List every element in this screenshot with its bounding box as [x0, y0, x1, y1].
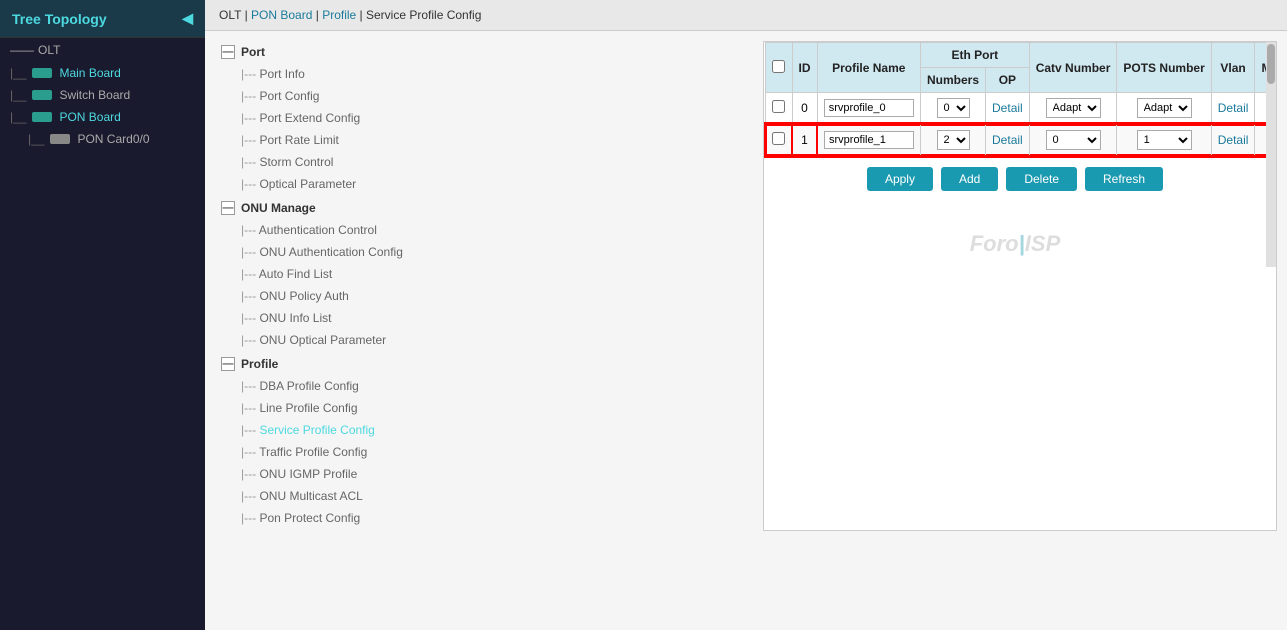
nav-onu-auth-config[interactable]: ONU Authentication Config [215, 241, 477, 263]
nav-section-onu-manage: — ONU Manage Authentication Control ONU … [215, 197, 477, 351]
nav-port-header[interactable]: — Port [215, 41, 477, 63]
action-buttons: Apply Add Delete Refresh [764, 157, 1266, 201]
breadcrumb: OLT | PON Board | Profile | Service Prof… [205, 0, 1287, 31]
switch-board-icon [32, 90, 52, 100]
row-0-pots[interactable]: Adapt012 [1137, 98, 1192, 118]
breadcrumb-current: Service Profile Config [366, 8, 481, 22]
col-eth-numbers: Numbers [921, 68, 986, 93]
pon-board-icon [32, 112, 52, 122]
nav-onu-info-list[interactable]: ONU Info List [215, 307, 477, 329]
col-catv-number: Catv Number [1029, 43, 1117, 93]
scrollbar[interactable] [1266, 42, 1276, 267]
col-eth-op: OP [986, 68, 1030, 93]
nav-port-extend-config[interactable]: Port Extend Config [215, 107, 477, 129]
service-profile-table: ID Profile Name Eth Port Catv Number POT… [764, 42, 1266, 157]
row-1-profile-name[interactable] [824, 131, 914, 149]
nav-service-profile-config[interactable]: Service Profile Config [215, 419, 477, 441]
row-0-eth-detail[interactable]: Detail [992, 101, 1023, 115]
nav-traffic-profile-config[interactable]: Traffic Profile Config [215, 441, 477, 463]
table-row: 0 01234 Detail [765, 93, 1266, 125]
minus-icon-port: — [221, 45, 235, 59]
main-board-icon [32, 68, 52, 78]
nav-profile-header[interactable]: — Profile [215, 353, 477, 375]
nav-section-port: — Port Port Info Port Config Port Extend… [215, 41, 477, 195]
row-0-vlan-detail[interactable]: Detail [1218, 101, 1249, 115]
nav-port-rate-limit[interactable]: Port Rate Limit [215, 129, 477, 151]
nav-line-profile-config[interactable]: Line Profile Config [215, 397, 477, 419]
sidebar-header: Tree Topology ◀ [0, 0, 205, 38]
col-checkbox [765, 43, 792, 93]
add-button[interactable]: Add [941, 167, 998, 191]
nav-optical-parameter[interactable]: Optical Parameter [215, 173, 477, 195]
nav-onu-igmp-profile[interactable]: ONU IGMP Profile [215, 463, 477, 485]
scrollbar-thumb[interactable] [1267, 44, 1275, 84]
row-0-checkbox[interactable] [772, 100, 785, 113]
row-0-id: 0 [792, 93, 817, 125]
main-board-label: Main Board [59, 66, 120, 80]
row-0-eth-numbers[interactable]: 01234 [937, 98, 970, 118]
tree-olt: —— OLT [0, 38, 205, 62]
minus-icon-profile: — [221, 357, 235, 371]
pon-board-label: PON Board [59, 110, 120, 124]
nav-port-info[interactable]: Port Info [215, 63, 477, 85]
nav-onu-manage-header[interactable]: — ONU Manage [215, 197, 477, 219]
row-1-pots[interactable]: Adapt012 [1137, 130, 1192, 150]
nav-port-config[interactable]: Port Config [215, 85, 477, 107]
apply-button[interactable]: Apply [867, 167, 933, 191]
nav-dba-profile-config[interactable]: DBA Profile Config [215, 375, 477, 397]
nav-onu-multicast-acl[interactable]: ONU Multicast ACL [215, 485, 477, 507]
row-0-catv[interactable]: Adapt012 [1046, 98, 1101, 118]
watermark-pipe: | [1019, 231, 1025, 256]
sidebar-item-switch-board[interactable]: |__ Switch Board [0, 84, 205, 106]
table-row: 1 01234 Detail [765, 124, 1266, 156]
sidebar-item-pon-card[interactable]: |__ PON Card0/0 [0, 128, 205, 150]
row-1-eth-detail[interactable]: Detail [992, 133, 1023, 147]
pon-card-label: PON Card0/0 [77, 132, 149, 146]
pon-card-icon [50, 134, 70, 144]
nav-storm-control[interactable]: Storm Control [215, 151, 477, 173]
nav-onu-optical-parameter[interactable]: ONU Optical Parameter [215, 329, 477, 351]
breadcrumb-pon-board[interactable]: PON Board [251, 8, 312, 22]
row-1-eth-numbers[interactable]: 01234 [937, 130, 970, 150]
select-all-checkbox[interactable] [772, 60, 785, 73]
nav-section-profile: — Profile DBA Profile Config Line Profil… [215, 353, 477, 529]
col-profile-name: Profile Name [817, 43, 921, 93]
nav-port-label: Port [241, 45, 265, 59]
nav-auto-find-list[interactable]: Auto Find List [215, 263, 477, 285]
col-pots-number: POTS Number [1117, 43, 1211, 93]
col-eth-port: Eth Port [921, 43, 1030, 68]
sidebar-item-pon-board[interactable]: |__ PON Board [0, 106, 205, 128]
nav-pon-protect-config[interactable]: Pon Protect Config [215, 507, 477, 529]
sidebar-title: Tree Topology [12, 11, 107, 27]
row-0-profile-name[interactable] [824, 99, 914, 117]
refresh-button[interactable]: Refresh [1085, 167, 1163, 191]
sidebar-toggle-icon[interactable]: ◀ [182, 10, 193, 27]
row-1-vlan-detail[interactable]: Detail [1218, 133, 1249, 147]
sidebar-item-main-board[interactable]: |__ Main Board [0, 62, 205, 84]
watermark: Foro|ISP [764, 201, 1266, 267]
nav-auth-control[interactable]: Authentication Control [215, 219, 477, 241]
col-vlan: Vlan [1211, 43, 1255, 93]
row-1-checkbox[interactable] [772, 132, 785, 145]
olt-label[interactable]: OLT [38, 43, 60, 57]
row-1-catv[interactable]: Adapt012 [1046, 130, 1101, 150]
nav-onu-manage-label: ONU Manage [241, 201, 316, 215]
col-mac-learning: MAC Learning [1255, 43, 1266, 93]
delete-button[interactable]: Delete [1006, 167, 1077, 191]
col-id: ID [792, 43, 817, 93]
nav-onu-policy-auth[interactable]: ONU Policy Auth [215, 285, 477, 307]
switch-board-label: Switch Board [59, 88, 130, 102]
breadcrumb-profile[interactable]: Profile [322, 8, 356, 22]
breadcrumb-olt: OLT [219, 8, 241, 22]
row-1-id: 1 [792, 124, 817, 156]
minus-icon-onu: — [221, 201, 235, 215]
nav-profile-label: Profile [241, 357, 278, 371]
